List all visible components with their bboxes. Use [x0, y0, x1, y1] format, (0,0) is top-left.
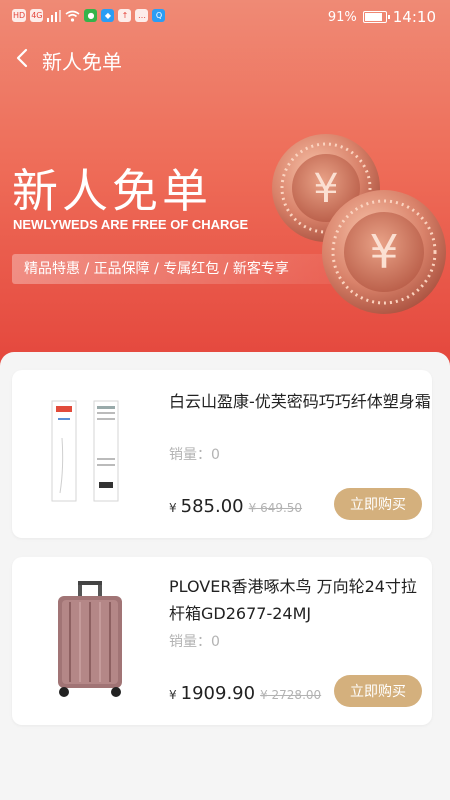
buy-now-button[interactable]: 立即购买 — [334, 675, 422, 707]
currency-symbol: ¥ — [169, 501, 177, 515]
currency-symbol: ¥ — [169, 688, 177, 702]
product-card[interactable]: 白云山盈康-优芙密码巧巧纤体塑身霜 销量：0 ¥ 585.00 ¥ 649.50… — [12, 370, 432, 538]
original-price: ¥ 649.50 — [248, 501, 303, 515]
app-icon: ◆ — [101, 9, 115, 22]
coin-illustration: ¥ ¥ — [272, 134, 446, 314]
battery-percent: 91% — [327, 9, 357, 25]
status-icons: HD 4G ● ◆ ↑ … Q — [12, 9, 166, 22]
sale-price: 585.00 — [180, 496, 244, 517]
network-4g-icon: 4G — [30, 9, 44, 22]
wechat-icon: ● — [84, 9, 98, 22]
sale-price: 1909.90 — [180, 683, 256, 704]
product-title[interactable]: 白云山盈康-优芙密码巧巧纤体塑身霜 — [169, 388, 431, 415]
battery-icon — [362, 11, 390, 23]
product-image-luggage — [24, 569, 156, 711]
status-bar: HD 4G ● ◆ ↑ … Q 91% 14:10 — [0, 0, 450, 34]
upload-icon: ↑ — [118, 9, 132, 22]
cream-box-image — [51, 400, 119, 502]
product-image-cream — [24, 382, 156, 524]
promo-hero: HD 4G ● ◆ ↑ … Q 91% 14:10 新人免单 新人免单 NEWL… — [0, 0, 450, 372]
price-row: ¥ 585.00 ¥ 649.50 — [169, 496, 302, 517]
product-card[interactable]: PLOVER香港啄木鸟 万向轮24寸拉杆箱GD2677-24MJ 销量：0 ¥ … — [12, 557, 432, 725]
original-price: ¥ 2728.00 — [260, 688, 322, 702]
wifi-icon — [65, 10, 80, 22]
price-row: ¥ 1909.90 ¥ 2728.00 — [169, 683, 321, 704]
banner-title: 新人免单 — [12, 164, 212, 218]
buy-now-button[interactable]: 立即购买 — [334, 488, 422, 520]
message-icon: … — [135, 9, 149, 22]
hd-icon: HD — [12, 9, 27, 22]
svg-text:¥: ¥ — [369, 225, 398, 279]
svg-text:¥: ¥ — [313, 166, 338, 212]
search-app-icon: Q — [152, 9, 166, 22]
top-nav: 新人免单 — [0, 38, 450, 82]
sales-count: 销量：0 — [169, 634, 220, 650]
battery-level — [364, 13, 383, 21]
suitcase-image — [58, 581, 122, 697]
signal-icon — [47, 9, 62, 22]
product-title[interactable]: PLOVER香港啄木鸟 万向轮24寸拉杆箱GD2677-24MJ — [169, 573, 431, 627]
back-arrow-icon[interactable] — [10, 44, 40, 74]
sales-count: 销量：0 — [169, 447, 220, 463]
banner-subtitle: NEWLYWEDS ARE FREE OF CHARGE — [13, 217, 249, 232]
clock: 14:10 — [392, 8, 436, 26]
page-title: 新人免单 — [42, 50, 122, 74]
